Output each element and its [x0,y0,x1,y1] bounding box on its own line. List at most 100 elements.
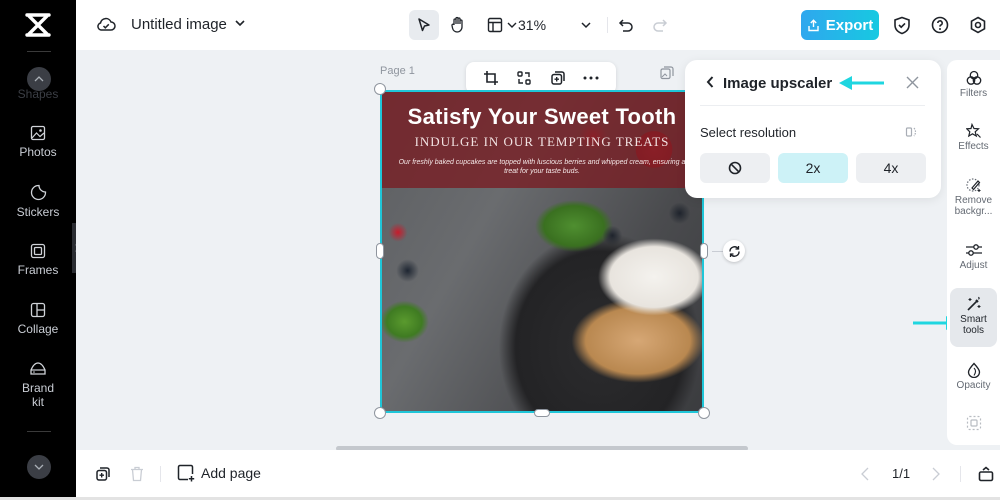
sidebar-item-brand-kit[interactable]: Brand kit [0,361,76,409]
property-label: Adjust [959,260,988,271]
replace-button[interactable] [516,70,532,86]
resize-handle-bottom-left[interactable] [374,407,386,419]
top-toolbar: Untitled image 31% Export [76,0,1000,50]
property-opacity[interactable]: Opacity [950,362,997,392]
security-button[interactable] [887,10,917,40]
layout-icon [487,17,503,33]
app-window: Shapes Photos Stickers Frames Collage Br… [0,0,1000,500]
chevron-down-icon [507,22,517,28]
more-icon [583,76,599,80]
resize-handle-bottom[interactable] [534,409,550,417]
resize-handle-top-left[interactable] [374,83,386,95]
sticker-icon [30,184,46,201]
resize-handle-bottom-right[interactable] [698,407,710,419]
zoom-dropdown-icon[interactable] [580,20,592,30]
property-filters[interactable]: Filters [950,70,997,100]
close-icon[interactable] [906,76,919,89]
magic-wand-icon [966,296,980,311]
sidebar-item-frames[interactable]: Frames [0,243,76,277]
delete-page-button[interactable] [122,459,152,489]
page-manager-button[interactable] [971,459,1000,489]
duplicate-page-icon[interactable] [660,66,674,80]
help-icon [931,16,949,34]
property-remove-background[interactable]: Remove backgr... [950,177,997,217]
select-tool-button[interactable] [409,10,439,40]
add-page-button[interactable]: Add page [177,464,261,482]
next-page-icon[interactable] [932,467,940,481]
sidebar-item-collage[interactable]: Collage [0,302,76,336]
sidebar-item-label: Photos [19,145,57,159]
artwork-title: Satisfy Your Sweet Tooth [407,104,677,129]
artboard-image[interactable]: Satisfy Your Sweet Tooth INDULGE IN OUR … [380,90,704,413]
duplicate-page-icon [96,467,110,481]
export-button[interactable]: Export [801,10,879,40]
sidebar-item-stickers[interactable]: Stickers [0,184,76,219]
upload-icon [808,18,819,31]
property-label: Opacity [956,380,991,391]
settings-button[interactable] [963,10,993,40]
undo-button[interactable] [611,10,641,40]
property-label: Smart tools [960,314,987,336]
hand-icon [451,16,463,33]
document-title[interactable]: Untitled image [131,16,227,33]
zoom-level[interactable]: 31% [518,17,546,33]
trash-icon [131,466,143,482]
toolbar-divider [607,17,608,33]
duplicate-icon [551,71,565,85]
crop-icon [483,71,498,85]
redo-icon [653,19,668,32]
page-manager-icon [978,466,994,482]
bottombar-divider [160,466,161,482]
duplicate-button[interactable] [550,70,566,86]
back-icon[interactable] [705,75,715,89]
property-arrange[interactable] [950,415,997,443]
capcut-logo [25,13,51,37]
hand-tool-button[interactable] [443,10,473,40]
cloud-saved-icon [97,17,116,31]
rotate-button[interactable] [723,240,745,262]
sidebar-item-photos[interactable]: Photos [0,125,76,159]
property-adjust[interactable]: Adjust [950,242,997,272]
resolution-option-none[interactable] [700,153,770,183]
artwork-description: Our freshly baked cupcakes are topped wi… [398,159,686,176]
property-effects[interactable]: Effects [950,123,997,153]
sidebar-item-label: Collage [17,322,59,336]
compare-icon[interactable] [905,125,919,139]
property-smart-tools[interactable]: Smart tools [950,288,997,347]
left-sidebar: Shapes Photos Stickers Frames Collage Br… [0,0,76,497]
brand-kit-icon [30,362,46,375]
previous-page-icon[interactable] [861,467,869,481]
sidebar-item-label: Shapes [17,87,59,101]
replace-icon [517,71,531,85]
page-indicator: 1/1 [892,466,911,481]
resolution-option-2x[interactable]: 2x [778,153,848,183]
chevron-down-icon[interactable] [234,17,246,29]
arrange-icon [966,415,981,431]
effects-icon [965,123,981,138]
none-icon [728,161,742,175]
sidebar-item-label: Brand kit [21,381,55,409]
more-options-button[interactable] [583,76,599,80]
image-upscaler-panel: Image upscaler Select resolution 2x 4x [685,60,941,198]
duplicate-page-button[interactable] [88,459,118,489]
help-button[interactable] [925,10,955,40]
chevron-up-icon [34,76,44,82]
panel-title: Image upscaler [723,75,833,92]
crop-button[interactable] [483,70,499,86]
right-properties-sidebar: Filters Effects Remove backgr... Adjust … [947,60,1000,445]
sidebar-item-shapes[interactable]: Shapes [0,87,76,101]
sidebar-item-label: Frames [17,263,59,277]
remove-background-icon [965,178,980,192]
resize-handle-left[interactable] [376,243,384,259]
scroll-down-button[interactable] [27,455,51,479]
image-icon [30,125,46,141]
select-resolution-label: Select resolution [700,125,797,140]
annotation-arrow-left [839,76,884,90]
resolution-option-4x[interactable]: 4x [856,153,926,183]
resize-handle-right[interactable] [700,243,708,259]
panel-divider [700,105,925,106]
rotate-connector [712,251,723,252]
collage-icon [30,302,46,318]
redo-button[interactable] [645,10,675,40]
chevron-down-icon [34,464,44,470]
